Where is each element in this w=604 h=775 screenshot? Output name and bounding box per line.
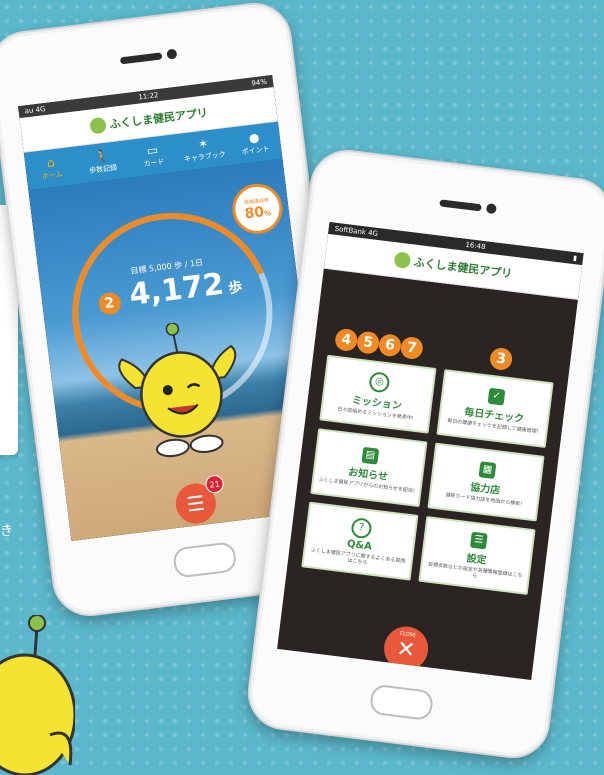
close-icon: ✕: [395, 636, 417, 664]
app-title: ふくしま健民アプリ: [108, 106, 209, 132]
menu-icon: ☰: [185, 490, 207, 517]
mission-icon: ◎: [368, 370, 391, 393]
tab-label: 歩数記録: [88, 163, 118, 176]
menu-grid: ◎ ミッション 日々取組めるミッションを発表中! ✓ 毎日チェック 毎日の健康チ…: [301, 354, 554, 595]
home-button[interactable]: [172, 541, 238, 579]
carrier: au 4G: [24, 104, 46, 116]
store-icon: ▦: [478, 460, 497, 479]
close-button[interactable]: CLOSE ✕: [381, 624, 431, 674]
settings-icon: ☰: [469, 531, 488, 550]
character-icon: ✶: [197, 136, 210, 152]
clock: 16:48: [464, 240, 487, 252]
home-icon: ⌂: [46, 155, 56, 171]
callout-badge: 3: [488, 346, 514, 372]
help-icon: ?: [350, 516, 373, 539]
edge-text: き: [0, 524, 14, 539]
tab-label: ホーム: [41, 170, 64, 181]
card-icon: ▭: [145, 142, 159, 158]
menu-card-settings[interactable]: ☰ 設定 目標歩数などの設定や各種情報登録はこちら: [418, 516, 536, 595]
card-title: Q&A: [346, 538, 373, 553]
menu-card-news[interactable]: ▤ お知らせ ふくしま健民アプリからのお知らせを配信!: [310, 428, 428, 508]
news-icon: ▤: [361, 446, 380, 465]
callout-badge: 2: [97, 291, 122, 316]
tab-label: ポイント: [241, 144, 271, 157]
clock: 11:22: [137, 91, 159, 102]
mascot-partial-icon: [0, 615, 75, 775]
mascot-icon: [118, 322, 237, 458]
home-button[interactable]: [368, 683, 435, 722]
battery: 94%: [251, 77, 268, 88]
walk-icon: 🚶: [93, 148, 110, 165]
menu-card-qa[interactable]: ? Q&A ふくしま健民アプリに関するよくある質問はこちら: [301, 501, 419, 581]
battery-icon: ▮: [572, 254, 578, 263]
step-unit: 歩: [227, 279, 244, 297]
callout-badge: 6: [377, 333, 403, 358]
card-title: 協力店: [469, 481, 501, 497]
app-logo-icon: [88, 116, 107, 135]
speaker: [119, 52, 163, 65]
callout-badge: 5: [355, 330, 381, 355]
daily-check-icon: ✓: [487, 387, 506, 406]
menu-screen: SoftBank 4G 16:48 ▮ ふくしま健民アプリ 4 5 6 7 3 …: [277, 222, 584, 681]
callout-badge: 7: [399, 335, 425, 361]
app-title: ふくしま健民アプリ: [412, 255, 513, 281]
menu-card-mission[interactable]: ◎ ミッション 日々取組めるミッションを発表中!: [319, 354, 437, 434]
card-title: 設定: [465, 552, 488, 567]
menu-card-daily-check[interactable]: ✓ 毎日チェック 毎日の健康チェックを記録して健康管理!: [436, 369, 554, 449]
callout-badge: 4: [334, 327, 359, 353]
tab-label: キャラブック: [183, 150, 227, 164]
speaker: [439, 199, 482, 212]
points-icon: ●: [248, 130, 261, 146]
camera: [485, 203, 497, 215]
menu-card-store[interactable]: ▦ 協力店 健民カード協力店を地図から検索!: [427, 442, 545, 522]
tab-label: カード: [143, 157, 165, 169]
app-logo-icon: [393, 251, 411, 270]
achievement-badge: 目標達成率 80%: [229, 180, 286, 237]
achievement-value: 80%: [243, 203, 272, 222]
camera: [166, 48, 178, 60]
